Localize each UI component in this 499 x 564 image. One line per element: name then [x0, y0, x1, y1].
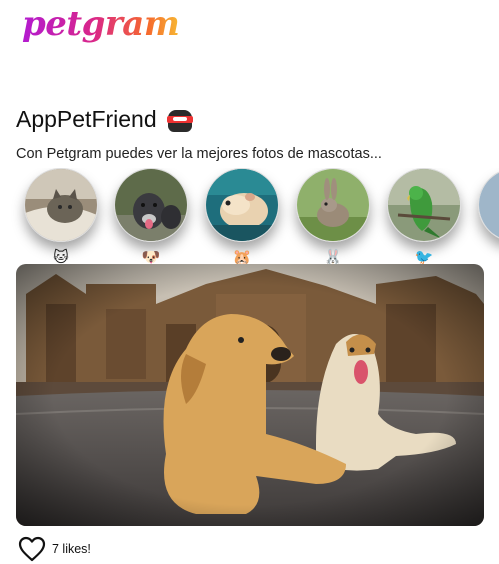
- likes-count: 7 likes!: [52, 542, 91, 556]
- category-image-partial: [478, 168, 499, 242]
- category-image-cats: [24, 168, 98, 242]
- category-birds[interactable]: 🐦: [386, 168, 462, 266]
- category-list: 🐱 🐶 🐹 🐰 🐦: [0, 168, 499, 266]
- category-partial[interactable]: [477, 168, 499, 242]
- category-cats[interactable]: 🐱: [23, 168, 99, 266]
- category-image-hamsters: [205, 168, 279, 242]
- category-hamsters[interactable]: 🐹: [204, 168, 280, 266]
- category-rabbits[interactable]: 🐰: [295, 168, 371, 266]
- app-logo[interactable]: petgram: [22, 4, 180, 44]
- category-image-dogs: [114, 168, 188, 242]
- page-title: AppPetFriend: [16, 106, 193, 133]
- category-dogs[interactable]: 🐶: [113, 168, 189, 266]
- page-title-text: AppPetFriend: [16, 106, 157, 132]
- category-image-rabbits: [296, 168, 370, 242]
- pet-photo[interactable]: [16, 264, 484, 526]
- category-image-birds: [387, 168, 461, 242]
- page-subtitle: Con Petgram puedes ver la mejores fotos …: [16, 146, 382, 162]
- heart-outline-icon[interactable]: [18, 536, 46, 562]
- ninja-icon: [166, 108, 193, 132]
- likes-row: 7 likes!: [18, 536, 91, 562]
